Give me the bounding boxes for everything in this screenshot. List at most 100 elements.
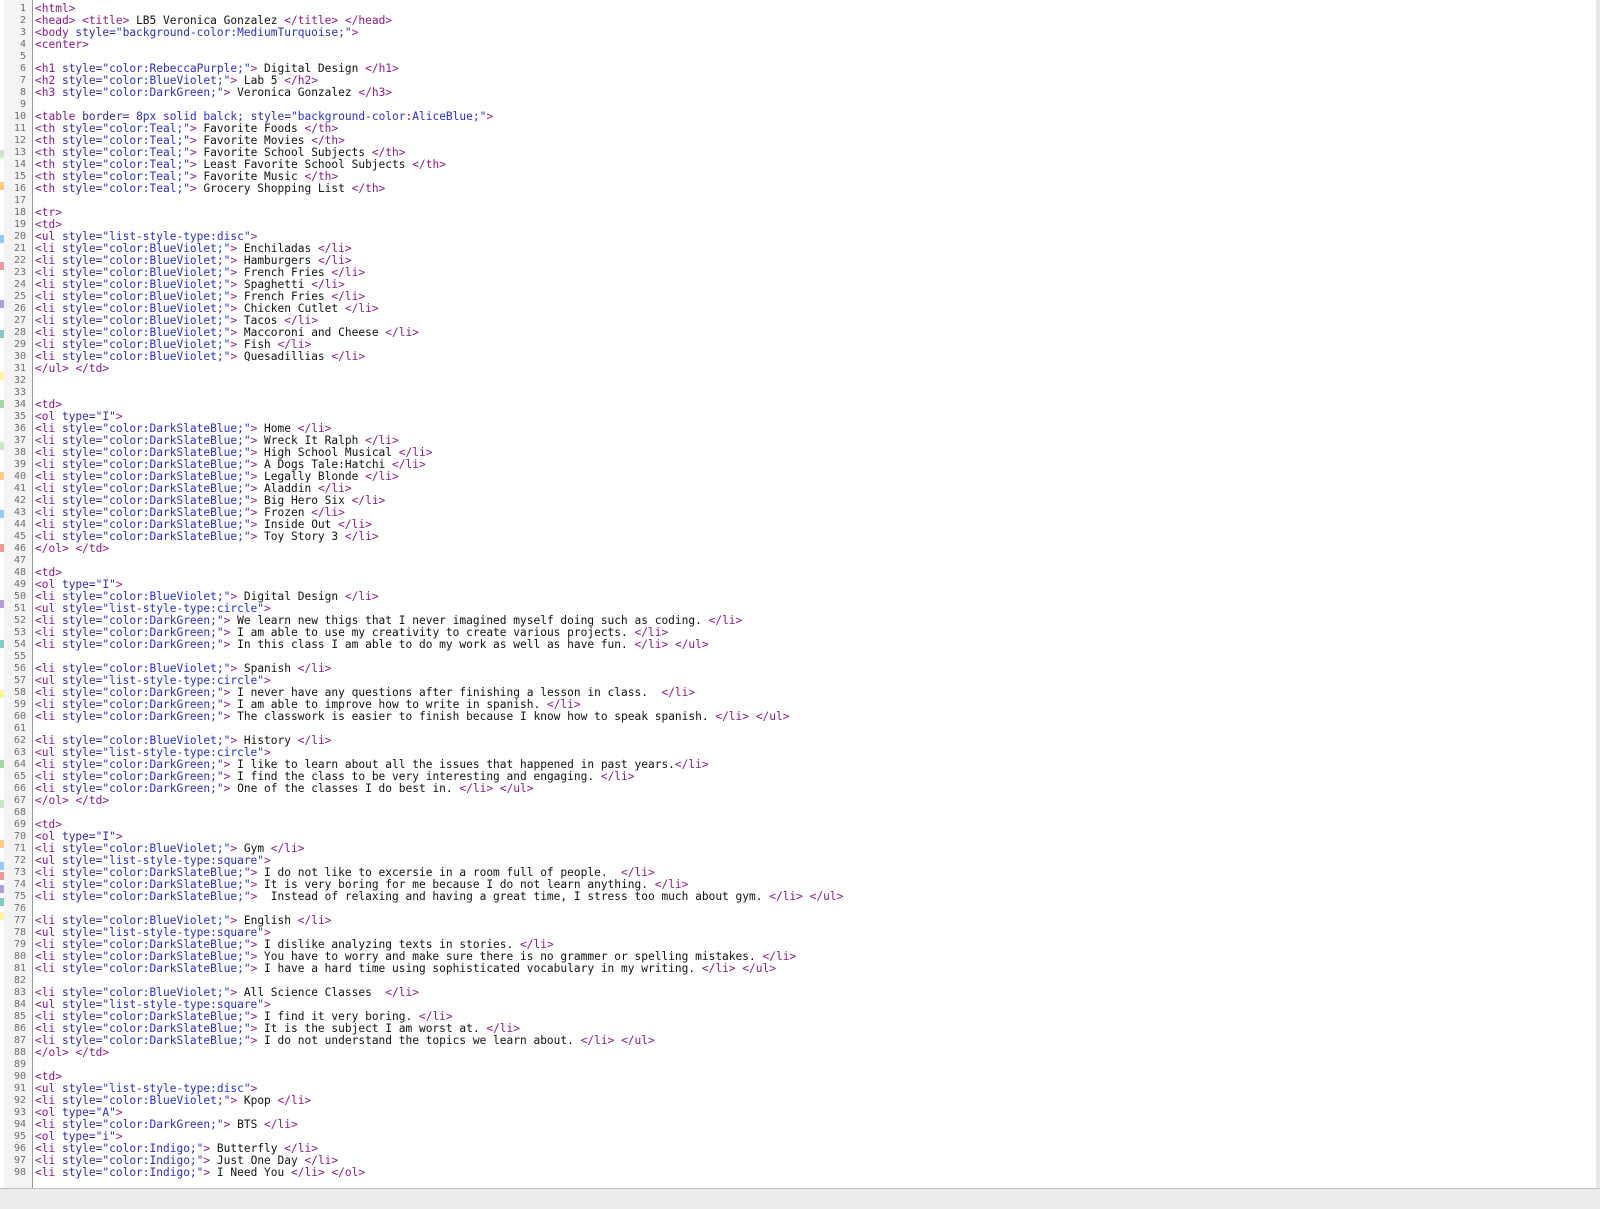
line-number: 3 (19, 27, 26, 38)
code-line[interactable]: 16 <th style="color:Teal;"> Grocery Shopp… (0, 183, 1596, 195)
code-line[interactable]: 89 (0, 1059, 1596, 1071)
code-line[interactable]: 94 <li style="color:DarkGreen;"> BTS </li… (0, 1119, 1596, 1131)
code-line[interactable]: 17 (0, 195, 1596, 207)
line-number: 90 (13, 1071, 26, 1082)
line-number: 65 (13, 771, 26, 782)
code-line[interactable]: 81 <li style="color:DarkSlateBlue;"> I ha… (0, 963, 1596, 975)
token: "color:DarkSlateBlue;" (102, 1034, 251, 1047)
line-number: 24 (13, 279, 26, 290)
token: > (486, 110, 494, 123)
token: </li> (674, 758, 709, 771)
code-line[interactable]: 4 <center> (0, 39, 1596, 51)
code-text: <li style="color:DarkGreen;"> The classw… (35, 711, 789, 723)
line-number: 64 (13, 759, 26, 770)
code-line[interactable]: 67 </ol> </td> (0, 795, 1596, 807)
line-number: 25 (13, 291, 26, 302)
line-number: 71 (13, 843, 26, 854)
line-number: 49 (13, 579, 26, 590)
line-number: 41 (13, 483, 26, 494)
code-line[interactable]: 30 <li style="color:BlueViolet;"> Quesadi… (0, 351, 1596, 363)
token: </li> (331, 350, 366, 363)
token: </ul> (674, 638, 709, 651)
token: "color:DarkSlateBlue;" (102, 962, 251, 975)
token: </li> (297, 734, 332, 747)
line-number: 53 (13, 627, 26, 638)
line-number: 50 (13, 591, 26, 602)
code-line[interactable]: 88 </ol> </td> (0, 1047, 1596, 1059)
line-number: 56 (13, 663, 26, 674)
token: </li> (600, 770, 635, 783)
code-line[interactable]: 69 <td> (0, 819, 1596, 831)
token: </ul> (755, 710, 790, 723)
code-line[interactable]: 47 (0, 555, 1596, 567)
code-line[interactable]: 87 <li style="color:DarkSlateBlue;"> I do… (0, 1035, 1596, 1047)
token: </li> (344, 302, 379, 315)
line-number: 19 (13, 219, 26, 230)
line-number: 47 (13, 555, 26, 566)
code-line[interactable]: 33 (0, 387, 1596, 399)
code-text: <th style="color:Teal;"> Grocery Shoppin… (35, 183, 385, 195)
code-line[interactable]: 75 <li style="color:DarkSlateBlue;"> Inst… (0, 891, 1596, 903)
code-line[interactable]: 92 <li style="color:BlueViolet;"> Kpop </… (0, 1095, 1596, 1107)
token: Veronica Gonzalez (230, 86, 359, 99)
line-number: 2 (19, 15, 26, 26)
token: Kpop (237, 1094, 278, 1107)
token: "color:Teal;" (102, 182, 190, 195)
token: </li> (634, 638, 669, 651)
line-number: 26 (13, 303, 26, 314)
token: </h3> (358, 86, 393, 99)
code-line[interactable]: 18 <tr> (0, 207, 1596, 219)
token: <li (35, 638, 62, 651)
code-line[interactable]: 66 <li style="color:DarkGreen;"> One of t… (0, 783, 1596, 795)
token: style= (61, 1166, 103, 1179)
code-line[interactable]: 54 <li style="color:DarkGreen;"> In this … (0, 639, 1596, 651)
code-line[interactable]: 3 <body style="background-color:MediumTur… (0, 27, 1596, 39)
code-text: <li style="color:Indigo;"> I Need You </… (35, 1167, 365, 1179)
code-line[interactable]: 32 (0, 375, 1596, 387)
line-number: 82 (13, 975, 26, 986)
token: </li> (344, 530, 379, 543)
token: One of the classes I do best in. (230, 782, 460, 795)
token: </th> (351, 182, 386, 195)
code-line[interactable]: 48 <td> (0, 567, 1596, 579)
token: </li> (264, 1118, 298, 1131)
code-line[interactable]: 8 <h3 style="color:DarkGreen;"> Veronica … (0, 87, 1596, 99)
code-editor[interactable]: 1 <html> 2 <head> <title> LB5 Veronica Gonz… (0, 0, 1596, 1188)
token: "color:DarkGreen;" (102, 638, 224, 651)
token: "color:DarkSlateBlue;" (102, 530, 251, 543)
token: </ol> (35, 1046, 69, 1059)
code-text: <center> (35, 39, 89, 51)
line-number: 43 (13, 507, 26, 518)
line-number: 22 (13, 255, 26, 266)
line-number: 67 (13, 795, 26, 806)
line-number: 87 (13, 1035, 26, 1046)
token: I do not understand the topics we learn … (257, 1034, 581, 1047)
line-number: 46 (13, 543, 26, 554)
code-line[interactable]: 46 </ol> </td> (0, 543, 1596, 555)
code-line[interactable]: 31 </ul> </td> (0, 363, 1596, 375)
token: style= (61, 638, 103, 651)
token: </ol> (35, 542, 69, 555)
token: style= (61, 182, 103, 195)
code-line[interactable]: 68 (0, 807, 1596, 819)
code-line[interactable]: 34 <td> (0, 399, 1596, 411)
code-line[interactable]: 60 <li style="color:DarkGreen;"> The clas… (0, 711, 1596, 723)
line-number: 9 (19, 99, 26, 110)
token: Grocery Shopping List (196, 182, 352, 195)
line-number: 83 (13, 987, 26, 998)
line-number: 91 (13, 1083, 26, 1094)
line-number: 48 (13, 567, 26, 578)
line-number: 84 (13, 999, 26, 1010)
line-number: 73 (13, 867, 26, 878)
token: "color:DarkGreen;" (102, 86, 224, 99)
line-number: 32 (13, 375, 26, 386)
line-number: 34 (13, 399, 26, 410)
code-line[interactable]: 98 <li style="color:Indigo;"> I Need You … (0, 1167, 1596, 1179)
code-text: </ol> </td> (35, 543, 109, 555)
code-text: <li style="color:DarkGreen;"> In this cl… (35, 639, 709, 651)
line-number: 96 (13, 1143, 26, 1154)
code-line[interactable]: 45 <li style="color:DarkSlateBlue;"> Toy … (0, 531, 1596, 543)
token: </li> (365, 470, 399, 483)
line-number: 39 (13, 459, 26, 470)
